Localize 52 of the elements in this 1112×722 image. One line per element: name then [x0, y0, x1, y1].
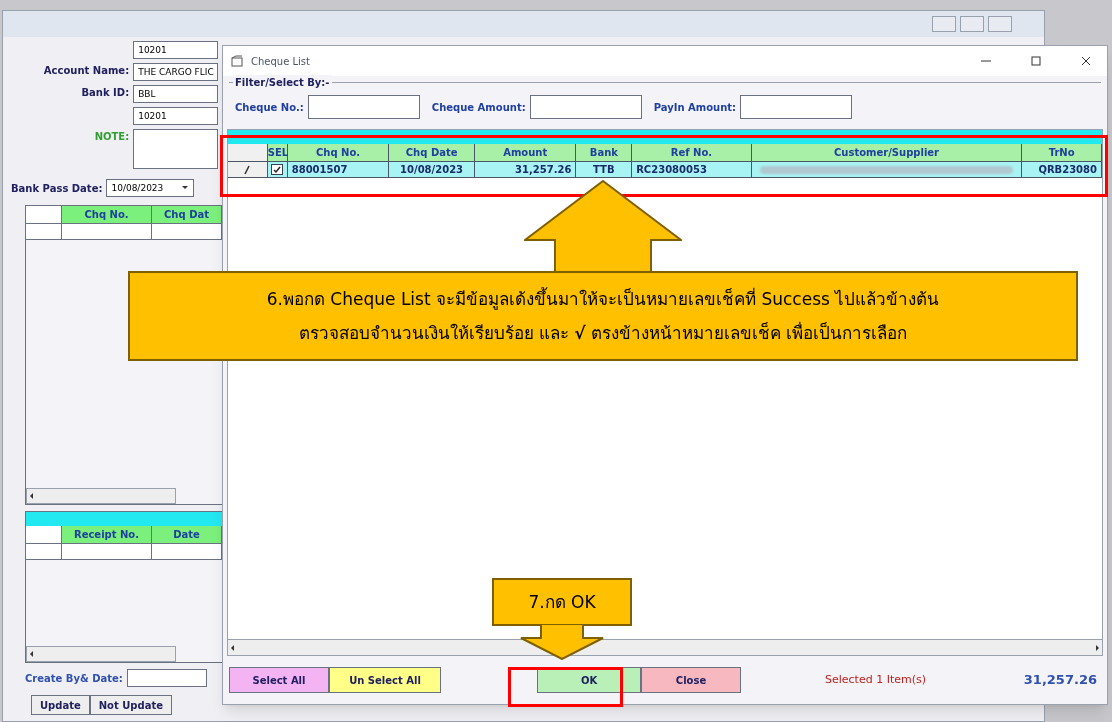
table-cell: RC23080053: [632, 162, 752, 177]
field-label: Bank Pass Date:: [11, 181, 103, 196]
action-button[interactable]: Un Select All: [329, 667, 441, 693]
table-cell: 88001507: [287, 162, 390, 177]
input-field[interactable]: [126, 669, 207, 687]
column-header: Customer/Supplier: [751, 144, 1023, 161]
field-label: Account Name:: [43, 64, 130, 78]
filter-label: PayIn Amount:: [653, 100, 737, 115]
callout-text: 6.พอกด Cheque List จะมีข้อมูลเด้งขึ้นมาให้จะเป็นหมายเลขเช็คที่ Success ไปแล้วข้างต้น: [266, 289, 940, 309]
input-field[interactable]: BBL: [133, 85, 218, 103]
column-header: Amount: [474, 144, 577, 161]
input-field[interactable]: 10201: [133, 41, 218, 59]
select-checkbox[interactable]: [271, 164, 284, 175]
field-label: Bank ID:: [81, 86, 130, 100]
close-icon[interactable]: [1081, 56, 1091, 66]
group-legend: Filter/Select By:-: [233, 75, 332, 90]
column-header: Chq No.: [62, 206, 152, 223]
filter-label: Cheque No.:: [235, 100, 304, 115]
table-cell: QRB23080: [1022, 162, 1102, 177]
action-button[interactable]: Not Update: [89, 695, 172, 715]
callout-text: 7.กด OK: [528, 592, 596, 612]
pencil-icon: [243, 164, 252, 175]
window-icon: [231, 55, 243, 67]
maximize-icon[interactable]: [1031, 56, 1041, 66]
action-button[interactable]: Update: [31, 695, 90, 715]
column-header: Chq No.: [287, 144, 390, 161]
column-header: Chq Dat: [152, 206, 222, 223]
total-amount: 31,257.26: [1023, 671, 1097, 690]
column-header: Receipt No.: [62, 526, 152, 543]
input-field[interactable]: [529, 95, 642, 119]
status-text: Selected 1 Item(s): [825, 671, 927, 688]
column-header: Chq Date: [389, 144, 475, 161]
action-button[interactable]: Close: [641, 667, 741, 693]
column-header: TrNo: [1022, 144, 1102, 161]
filter-label: Cheque Amount:: [431, 100, 526, 115]
input-field[interactable]: [740, 95, 853, 119]
column-header: Ref No.: [632, 144, 752, 161]
column-header: Date: [152, 526, 222, 543]
input-field[interactable]: THE CARGO FLIC: [133, 63, 218, 81]
action-button[interactable]: Select All: [229, 667, 329, 693]
input-field[interactable]: 10201: [133, 107, 218, 125]
field-label: NOTE:: [94, 130, 130, 144]
field-label: Create By& Date:: [25, 671, 123, 686]
date-field[interactable]: 10/08/2023: [106, 179, 195, 197]
input-field[interactable]: [133, 129, 218, 169]
table-cell: TTB: [576, 162, 633, 177]
input-field[interactable]: [307, 95, 420, 119]
table-cell: 31,257.26: [474, 162, 577, 177]
window-title: Cheque List: [251, 54, 310, 69]
callout-text: ตรวจสอบจำนวนเงินให้เรียบร้อย และ √ ตรงข้างหน้าหมายเลขเช็ค เพื่อเป็นการเลือก: [298, 323, 908, 343]
column-header: Bank: [576, 144, 633, 161]
table-cell: 10/08/2023: [389, 162, 475, 177]
